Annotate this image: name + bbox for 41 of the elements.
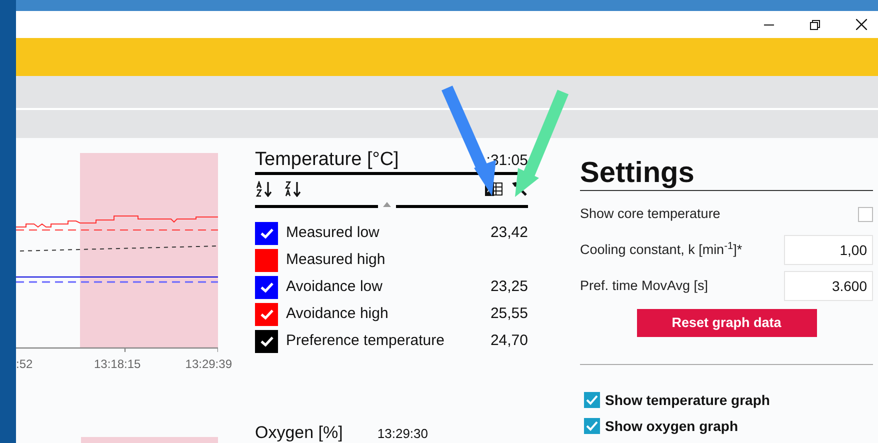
timestamp: 13:29:30 [377, 426, 428, 442]
legend-value: 23,42 [490, 223, 528, 244]
legend-label: Avoidance high [286, 304, 390, 324]
axis-tick-label: 13:29:39 [185, 356, 232, 373]
check-icon [586, 420, 598, 430]
legend-value: 23,25 [490, 277, 528, 298]
restore-icon[interactable] [810, 20, 820, 30]
legend-value: 25,55 [490, 304, 528, 324]
graph-checkbox[interactable] [584, 392, 600, 408]
legend-label: Preference temperature [286, 331, 446, 352]
setting-label: Cooling constant, k [min$^{-1}$]* [580, 240, 742, 259]
setting-label: Pref. time MovAvg [s] [580, 276, 708, 295]
input-field[interactable]: 3.600 [784, 271, 873, 301]
check-icon [260, 228, 274, 239]
legend-label: Measured low [286, 223, 380, 244]
legend-value: 24,70 [490, 331, 528, 352]
legend-label: Avoidance low [286, 277, 384, 298]
axis-tick-label: 13:18:15 [94, 356, 141, 373]
check-icon [260, 336, 274, 347]
reset-button[interactable]: Reset graph data [636, 309, 816, 337]
check-icon [586, 394, 598, 404]
graph-checkbox[interactable] [584, 418, 600, 434]
setting-label: Show core temperature [580, 204, 720, 223]
panel-title: Temperature [°C] [255, 148, 399, 172]
close-icon[interactable] [856, 19, 867, 30]
legend-checkbox[interactable] [255, 276, 278, 299]
legend-checkbox[interactable] [255, 303, 278, 326]
legend-label: Measured high [286, 250, 386, 270]
checkbox-label: Show oxygen graph [605, 418, 738, 434]
collapse-caret-icon[interactable] [383, 202, 391, 207]
legend-checkbox[interactable] [255, 222, 278, 245]
check-icon [260, 282, 274, 293]
legend-checkbox[interactable] [255, 330, 278, 353]
setting-checkbox[interactable] [858, 206, 873, 222]
legend-checkbox[interactable] [255, 249, 278, 272]
axis-tick-label: :52 [16, 356, 33, 373]
checkbox-label: Show temperature graph [605, 392, 770, 408]
settings-heading: Settings [580, 156, 873, 191]
input-field[interactable]: 1,00 [784, 235, 873, 265]
panel-title: Oxygen [%] [255, 423, 343, 442]
check-icon [260, 309, 274, 320]
